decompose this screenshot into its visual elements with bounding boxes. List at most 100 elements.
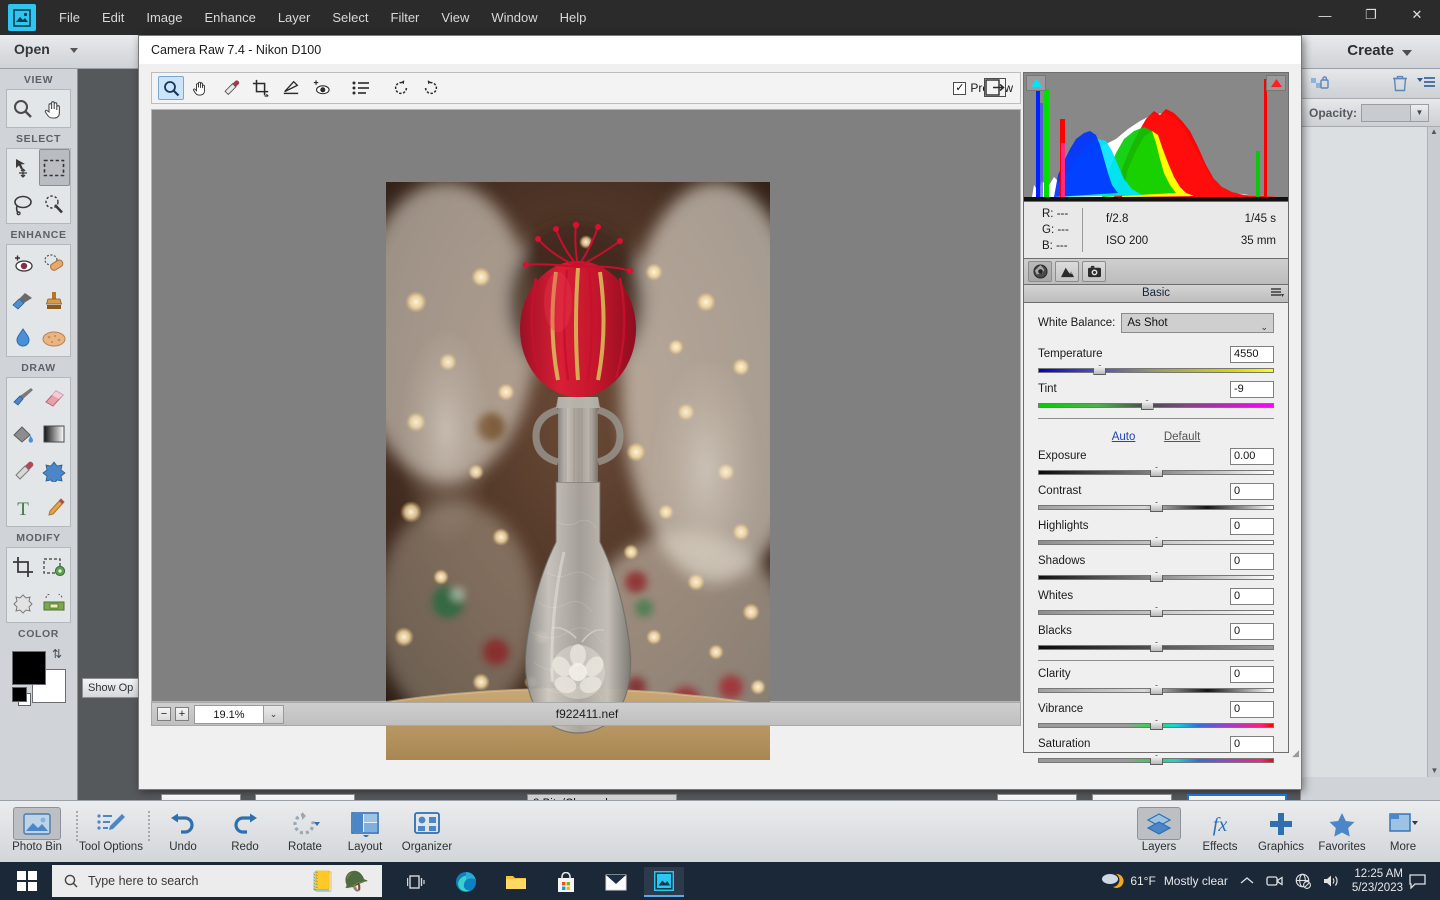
image-preview-area[interactable] — [151, 109, 1021, 772]
file-explorer-button[interactable] — [496, 867, 536, 897]
auto-link[interactable]: Auto — [1112, 431, 1136, 443]
rotate-clockwise-tool[interactable] — [418, 76, 444, 100]
saturation-knob[interactable] — [1150, 755, 1163, 765]
clarity-track[interactable] — [1038, 685, 1274, 695]
brush-tool[interactable] — [7, 378, 39, 415]
photoshop-elements-button[interactable] — [644, 867, 684, 897]
shadows-knob[interactable] — [1150, 572, 1163, 582]
layers-scrollbar[interactable]: ▲ ▼ — [1427, 127, 1440, 777]
smart-brush-tool[interactable] — [7, 282, 39, 319]
menu-layer[interactable]: Layer — [267, 0, 322, 35]
menu-window[interactable]: Window — [480, 0, 548, 35]
eraser-tool[interactable] — [39, 378, 71, 415]
rectangular-marquee-tool[interactable] — [38, 149, 70, 186]
create-caret-icon[interactable] — [1402, 50, 1412, 56]
menu-edit[interactable]: Edit — [91, 0, 135, 35]
edge-button[interactable] — [446, 867, 486, 897]
blacks-value[interactable]: 0 — [1230, 622, 1274, 640]
crop-tool[interactable] — [248, 76, 274, 100]
blacks-track[interactable] — [1038, 642, 1274, 652]
default-link[interactable]: Default — [1164, 431, 1200, 443]
shadow-clipping-warning-icon[interactable] — [1026, 75, 1046, 91]
shadows-value[interactable]: 0 — [1230, 552, 1274, 570]
hand-tool[interactable] — [188, 76, 214, 100]
create-button[interactable]: Create — [1347, 42, 1394, 59]
lasso-tool[interactable] — [7, 186, 39, 223]
swap-colors-icon[interactable]: ⇅ — [52, 647, 62, 661]
whites-value[interactable]: 0 — [1230, 587, 1274, 605]
temperature-track[interactable] — [1038, 365, 1274, 375]
tint-knob[interactable] — [1140, 400, 1154, 410]
tab-camera-calibration[interactable] — [1082, 261, 1106, 282]
shadows-track[interactable] — [1038, 572, 1274, 582]
scroll-down-icon[interactable]: ▼ — [1428, 766, 1440, 775]
restore-button[interactable]: ❐ — [1348, 0, 1394, 30]
saturation-track[interactable] — [1038, 755, 1274, 765]
volume-button[interactable] — [1323, 874, 1340, 888]
hand-tool[interactable] — [39, 90, 71, 127]
clarity-knob[interactable] — [1150, 685, 1163, 695]
temperature-value[interactable]: 4550 — [1230, 345, 1274, 363]
white-balance-select[interactable]: As Shot ⌄ — [1121, 313, 1274, 333]
straighten-tool[interactable] — [39, 585, 71, 622]
vibrance-value[interactable]: 0 — [1230, 700, 1274, 718]
color-picker-tool[interactable] — [7, 452, 39, 489]
organizer-button[interactable]: Organizer — [390, 807, 464, 853]
search-widget-icon[interactable]: 📒 — [310, 869, 335, 894]
highlights-knob[interactable] — [1150, 537, 1163, 547]
tint-value[interactable]: -9 — [1230, 380, 1274, 398]
panel-menu-icon[interactable] — [1417, 75, 1435, 93]
search-input[interactable]: Type here to search 📒 🪖 — [52, 865, 382, 897]
rotate-counterclockwise-tool[interactable] — [388, 76, 414, 100]
open-caret-icon[interactable] — [70, 48, 78, 53]
action-center-icon[interactable] — [1409, 873, 1426, 889]
weather-widget[interactable]: 61°F Mostly clear — [1100, 871, 1228, 891]
trash-icon[interactable] — [1393, 75, 1407, 95]
whites-track[interactable] — [1038, 607, 1274, 617]
default-colors-icon[interactable] — [12, 687, 27, 702]
preferences-tool[interactable] — [348, 76, 374, 100]
highlights-value[interactable]: 0 — [1230, 517, 1274, 535]
meet-now-button[interactable] — [1266, 874, 1283, 888]
close-button[interactable]: ✕ — [1394, 0, 1440, 30]
zoom-tool[interactable] — [158, 76, 184, 100]
sponge-tool[interactable] — [39, 319, 71, 356]
temperature-knob[interactable] — [1093, 365, 1107, 375]
contrast-value[interactable]: 0 — [1230, 482, 1274, 500]
mail-button[interactable] — [596, 867, 636, 897]
exposure-knob[interactable] — [1150, 467, 1163, 477]
menu-image[interactable]: Image — [135, 0, 193, 35]
gradient-tool[interactable] — [39, 415, 71, 452]
exposure-track[interactable] — [1038, 467, 1274, 477]
quick-selection-tool[interactable] — [39, 186, 71, 223]
pencil-tool[interactable] — [39, 489, 71, 526]
zoom-tool[interactable] — [7, 90, 39, 127]
minimize-button[interactable]: — — [1302, 0, 1348, 30]
clone-stamp-tool[interactable] — [39, 282, 71, 319]
network-button[interactable] — [1295, 873, 1311, 889]
photo-bin-button[interactable]: Photo Bin — [0, 807, 74, 853]
foreground-color-swatch[interactable] — [12, 651, 46, 685]
crop-tool[interactable] — [7, 548, 39, 585]
scroll-up-icon[interactable]: ▲ — [1428, 127, 1440, 136]
spot-healing-brush-tool[interactable] — [39, 245, 71, 282]
red-eye-removal-tool[interactable] — [308, 76, 334, 100]
tint-track[interactable] — [1038, 400, 1274, 410]
contrast-knob[interactable] — [1150, 502, 1163, 512]
custom-shape-tool[interactable] — [39, 452, 71, 489]
vibrance-track[interactable] — [1038, 720, 1274, 730]
tab-detail[interactable] — [1055, 261, 1079, 282]
toggle-fullscreen-icon[interactable] — [984, 78, 1006, 97]
menu-filter[interactable]: Filter — [380, 0, 431, 35]
panel-menu-icon[interactable] — [1271, 287, 1284, 300]
saturation-value[interactable]: 0 — [1230, 735, 1274, 753]
dialog-resize-grip[interactable]: ◢ — [1292, 748, 1299, 759]
opacity-dropdown-icon[interactable]: ▼ — [1411, 103, 1430, 122]
taskview-button[interactable] — [396, 867, 436, 897]
menu-view[interactable]: View — [430, 0, 480, 35]
microsoft-store-button[interactable] — [546, 867, 586, 897]
tool-options-button[interactable]: Tool Options — [74, 807, 148, 853]
vibrance-knob[interactable] — [1150, 720, 1163, 730]
red-eye-removal-tool[interactable] — [7, 245, 39, 282]
open-button[interactable]: Open — [14, 41, 50, 57]
